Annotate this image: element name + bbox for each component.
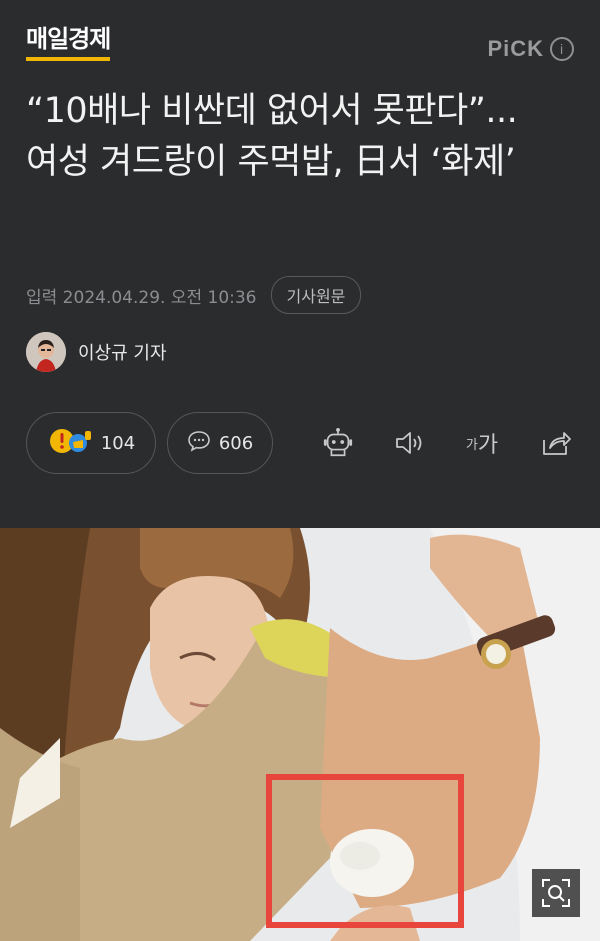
original-article-button[interactable]: 기사원문 — [270, 276, 362, 314]
share-icon[interactable] — [540, 427, 572, 459]
article-image[interactable] — [0, 528, 600, 941]
font-size-icon[interactable]: 가가 — [462, 427, 502, 459]
reaction-emoji-icon — [47, 426, 93, 461]
speech-bubble-icon — [187, 430, 211, 457]
comment-count: 606 — [218, 432, 254, 454]
article-meta: 입력 2024.04.29. 오전 10:36 기사원문 — [26, 276, 362, 314]
top-bar: 매일경제 PiCK i — [0, 0, 600, 80]
reaction-count: 104 — [100, 432, 136, 454]
reporter-byline[interactable]: 이상규 기자 — [26, 332, 167, 372]
info-icon[interactable]: i — [550, 37, 574, 61]
pick-badge[interactable]: PiCK i — [487, 36, 574, 62]
article-headline: “10배나 비싼데 없어서 못판다”...여성 겨드랑이 주먹밥, 日서 ‘화제… — [26, 91, 518, 182]
publish-date: 입력 2024.04.29. 오전 10:36 — [26, 287, 257, 308]
robot-icon[interactable] — [322, 427, 354, 459]
avatar — [26, 332, 66, 372]
speaker-icon[interactable] — [394, 427, 426, 459]
reaction-button[interactable]: 104 — [26, 412, 156, 474]
font-size-small-label: 가 — [465, 437, 478, 453]
pick-label: PiCK — [487, 36, 544, 61]
comment-button[interactable]: 606 — [167, 412, 273, 474]
font-size-large-label: 가 — [477, 433, 499, 458]
action-bar: 104 606 가가 — [26, 412, 574, 474]
publisher-logo[interactable]: 매일경제 — [26, 24, 111, 61]
reporter-name: 이상규 기자 — [78, 343, 167, 364]
image-zoom-icon[interactable] — [532, 869, 580, 917]
